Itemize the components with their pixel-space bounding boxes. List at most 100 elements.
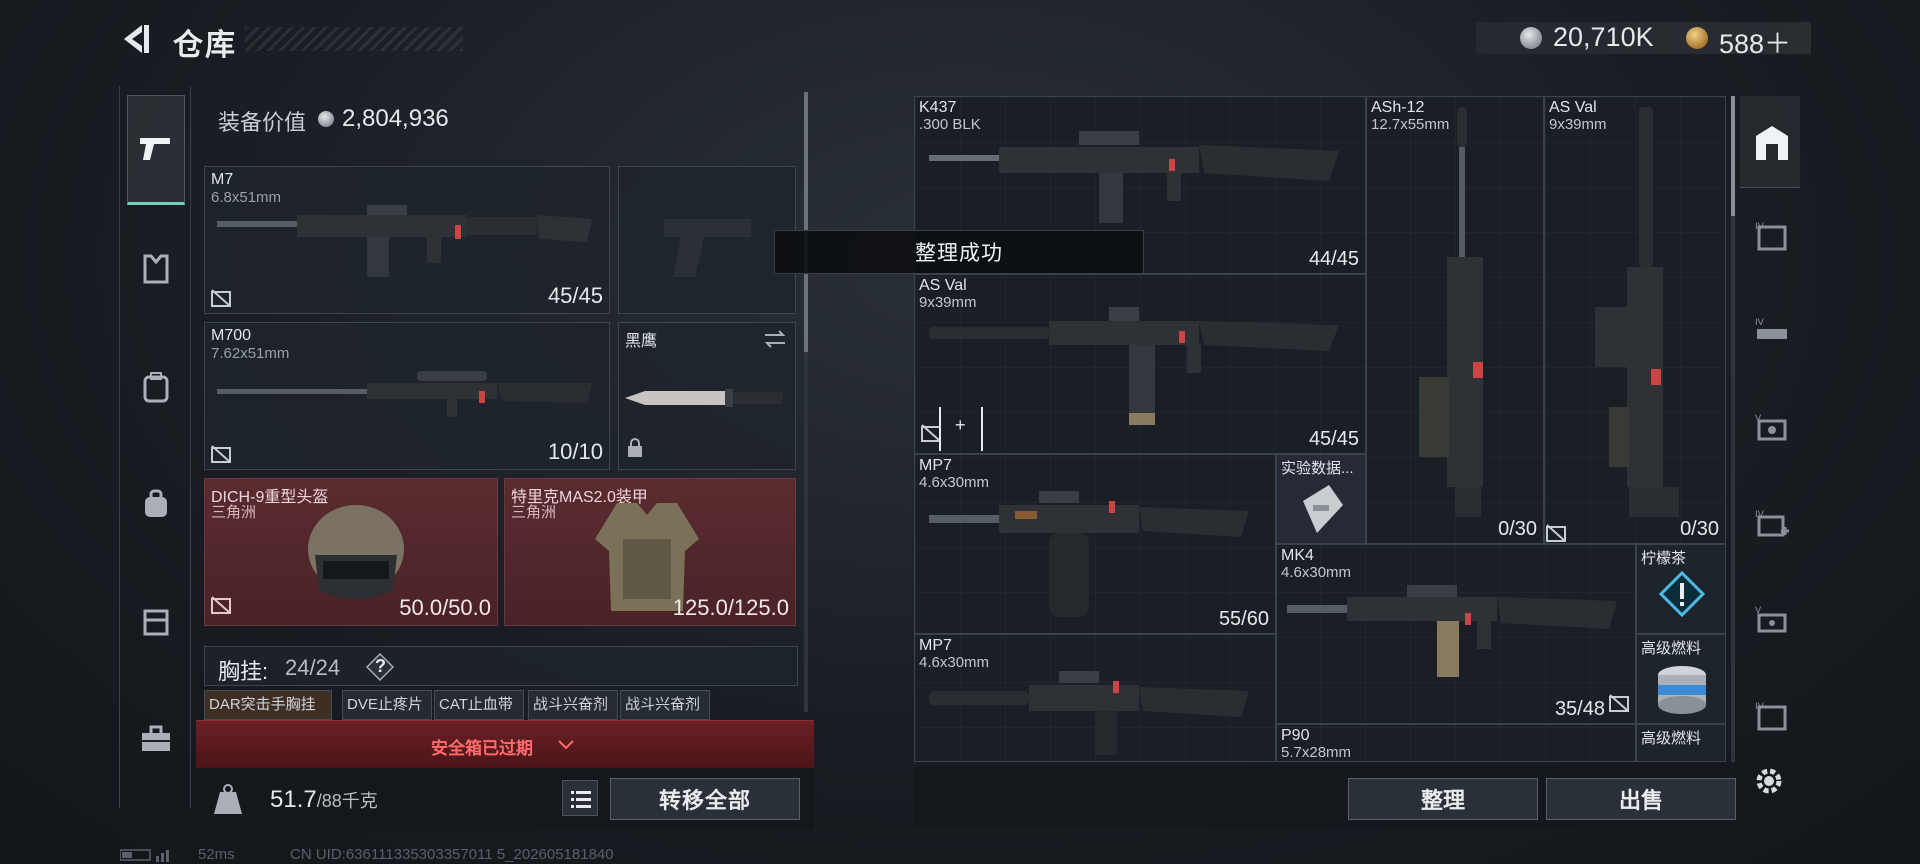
pistol-slot-empty[interactable] bbox=[618, 166, 796, 314]
rifle-image bbox=[929, 307, 1339, 425]
rifle-image bbox=[1287, 585, 1617, 677]
gold-amount[interactable]: 588＋ bbox=[1719, 22, 1791, 61]
secondary-weapon-slot[interactable]: M700 7.62x51mm 10/10 bbox=[204, 322, 610, 470]
weapon-name: M700 bbox=[211, 327, 252, 344]
backpack-icon bbox=[143, 372, 169, 403]
equipment-value: 2,804,936 bbox=[342, 105, 449, 132]
knife-image bbox=[625, 389, 783, 407]
chest-item[interactable]: 战斗兴奋剂 bbox=[620, 690, 710, 720]
tab-armor[interactable] bbox=[127, 240, 185, 298]
tab-toolbox[interactable] bbox=[127, 710, 185, 768]
transfer-all-button[interactable]: 转移全部 bbox=[610, 778, 800, 820]
no-repair-icon bbox=[1609, 694, 1629, 717]
toolbox-icon bbox=[142, 725, 170, 751]
back-arrow-icon[interactable] bbox=[118, 22, 152, 56]
helmet-slot[interactable]: DICH-9重型头盔 三角洲 50.0/50.0 bbox=[204, 478, 498, 626]
svg-text:IV: IV bbox=[1755, 222, 1765, 232]
svg-text:IV: IV bbox=[1755, 702, 1765, 712]
page-title: 仓库 bbox=[173, 29, 237, 62]
stash-item[interactable]: AS Val 9x39mm + 45/45 bbox=[914, 274, 1366, 454]
filter-icon: IV bbox=[1755, 510, 1789, 537]
armor-slot[interactable]: 特里克MAS2.0装甲 三角洲 125.0/125.0 bbox=[504, 478, 796, 626]
chevron-down-icon bbox=[557, 738, 575, 756]
sell-button[interactable]: 出售 bbox=[1546, 778, 1736, 820]
no-repair-icon bbox=[211, 289, 231, 307]
tab-backpack[interactable] bbox=[127, 358, 185, 416]
equipment-scrollbar-thumb[interactable] bbox=[804, 92, 808, 352]
rifle-vertical-image bbox=[1595, 107, 1679, 517]
silver-amount: 20,710K bbox=[1553, 22, 1654, 52]
helmet-origin: 三角洲 bbox=[211, 504, 257, 521]
gear-icon[interactable] bbox=[1752, 764, 1786, 798]
filter-tier-5-a[interactable]: V bbox=[1745, 402, 1799, 456]
silver-coin-icon bbox=[1520, 27, 1542, 49]
stash-item[interactable]: AS Val 9x39mm 0/30 bbox=[1544, 96, 1726, 544]
filter-all-tab[interactable] bbox=[1745, 115, 1799, 169]
smg-image bbox=[929, 491, 1249, 617]
filter-icon: V bbox=[1755, 414, 1787, 441]
stash-item[interactable]: 实验数据... bbox=[1276, 454, 1366, 544]
filter-icon: V bbox=[1755, 606, 1787, 633]
weight-icon bbox=[210, 782, 246, 818]
case-icon bbox=[143, 609, 169, 636]
no-repair-icon bbox=[211, 445, 231, 463]
helmet-durability: 50.0/50.0 bbox=[399, 595, 491, 620]
user-uid: CN UID:636111335303357011 5_202605181840 bbox=[290, 846, 614, 863]
list-view-button[interactable] bbox=[562, 780, 598, 816]
stash-item[interactable]: MP7 4.6x30mm bbox=[914, 634, 1276, 762]
toast-message: 整理成功 bbox=[774, 230, 1144, 274]
stash-item[interactable]: MP7 4.6x30mm 55/60 bbox=[914, 454, 1276, 634]
chest-item[interactable]: DAR突击手胸挂 bbox=[204, 690, 332, 720]
stash-item[interactable]: 高级燃料 bbox=[1636, 634, 1726, 724]
svg-text:V: V bbox=[1755, 606, 1762, 616]
stash-item[interactable]: MK4 4.6x30mm 35/48 bbox=[1276, 544, 1636, 724]
filter-tier-5-b[interactable]: V bbox=[1745, 594, 1799, 648]
bag-icon bbox=[145, 489, 167, 517]
chest-item[interactable]: CAT止血带 bbox=[434, 690, 524, 720]
swap-icon[interactable] bbox=[763, 329, 787, 354]
weapon-name: M7 bbox=[211, 171, 234, 188]
alert-icon bbox=[1659, 571, 1705, 617]
rifle-image bbox=[929, 131, 1339, 223]
stash-item[interactable]: P90 5.7x28mm bbox=[1276, 724, 1636, 762]
stash-item[interactable]: 高级燃料 bbox=[1636, 724, 1726, 762]
armor-origin: 三角洲 bbox=[511, 504, 557, 521]
filter-tier-4-a[interactable]: IV bbox=[1745, 210, 1799, 264]
tab-bag[interactable] bbox=[127, 475, 185, 533]
rifle-image bbox=[217, 205, 592, 277]
rifle-vertical-image bbox=[1419, 107, 1483, 517]
no-repair-icon bbox=[921, 424, 941, 447]
sort-button[interactable]: 整理 bbox=[1348, 778, 1538, 820]
stash-scrollbar-thumb[interactable] bbox=[1731, 96, 1735, 216]
silver-coin-icon bbox=[318, 111, 334, 127]
pistol-placeholder-icon bbox=[664, 219, 751, 277]
battery-icon bbox=[119, 848, 172, 864]
safe-box-status: 安全箱已过期 bbox=[431, 739, 533, 758]
warehouse-icon bbox=[1756, 126, 1788, 160]
melee-slot[interactable]: 黑鹰 bbox=[618, 322, 796, 470]
stash-item[interactable]: 柠檬茶 bbox=[1636, 544, 1726, 634]
lock-icon bbox=[627, 438, 643, 463]
filter-tier-4-c[interactable]: IV bbox=[1745, 498, 1799, 552]
tab-case[interactable] bbox=[127, 592, 185, 650]
chest-item[interactable]: DVE止疼片 bbox=[342, 690, 432, 720]
svg-text:IV: IV bbox=[1755, 510, 1765, 520]
smg-image bbox=[929, 671, 1249, 755]
armor-durability: 125.0/125.0 bbox=[672, 595, 789, 620]
filter-tier-4-d[interactable]: IV bbox=[1745, 690, 1799, 744]
chest-item[interactable]: 战斗兴奋剂 bbox=[528, 690, 618, 720]
stash-item[interactable]: ASh-12 12.7x55mm 0/30 bbox=[1366, 96, 1544, 544]
help-icon[interactable]: ? bbox=[365, 652, 395, 682]
filter-tier-4-b[interactable]: IV bbox=[1745, 306, 1799, 360]
gold-coin-icon bbox=[1686, 27, 1708, 49]
add-attachment-icon[interactable]: + bbox=[939, 407, 983, 451]
ammo-count: 45/45 bbox=[547, 283, 603, 308]
primary-weapon-slot[interactable]: M7 6.8x51mm 45/45 bbox=[204, 166, 610, 314]
filter-icon: IV bbox=[1755, 702, 1787, 731]
helmet-image bbox=[308, 505, 404, 599]
svg-text:V: V bbox=[1755, 414, 1762, 424]
pistol-icon bbox=[140, 138, 170, 160]
carry-weight: 51.7/88千克 bbox=[270, 786, 378, 813]
sniper-image bbox=[217, 371, 592, 417]
tab-weapons[interactable] bbox=[127, 95, 185, 205]
